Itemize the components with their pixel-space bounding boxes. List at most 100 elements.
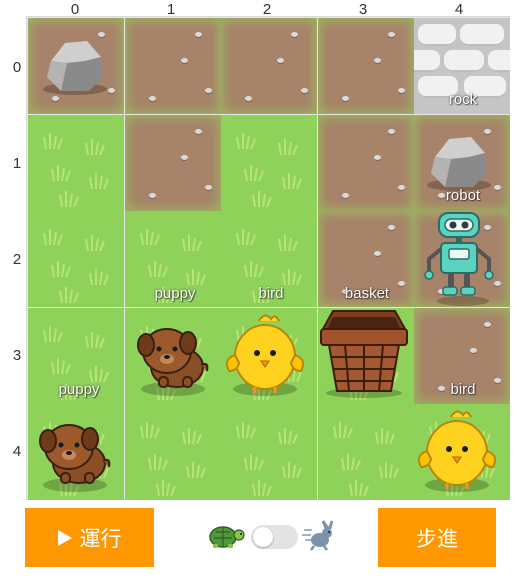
grass-tuft bbox=[277, 233, 299, 256]
pebble bbox=[484, 321, 491, 327]
wall-stone bbox=[488, 50, 510, 72]
pebble bbox=[387, 128, 395, 134]
wall-stone bbox=[418, 24, 456, 46]
game-board: rock robot puppy bird basket puppy bird bbox=[26, 16, 510, 500]
run-button[interactable]: 運行 bbox=[25, 508, 154, 567]
grass-tuft bbox=[139, 420, 161, 443]
pebble bbox=[373, 154, 381, 160]
pebble bbox=[373, 251, 381, 256]
label-rock: rock bbox=[448, 91, 478, 108]
grass-tuft bbox=[340, 452, 362, 475]
grass-tuft bbox=[50, 163, 72, 186]
bird-icon bbox=[413, 407, 497, 500]
grass-tuft bbox=[235, 131, 257, 154]
label-basket: basket bbox=[344, 285, 390, 302]
grass-tuft bbox=[88, 267, 110, 290]
speed-toggle-knob bbox=[253, 527, 273, 547]
grass-tuft bbox=[50, 259, 72, 282]
pebble bbox=[108, 88, 115, 93]
turtle-icon bbox=[206, 520, 246, 555]
cell-grass bbox=[28, 114, 124, 211]
label-bird: bird bbox=[450, 381, 476, 398]
grass-tuft bbox=[243, 452, 265, 475]
pebble bbox=[148, 96, 156, 101]
pebble bbox=[341, 192, 349, 198]
label-puppy: puppy bbox=[154, 285, 196, 302]
wall-stone bbox=[444, 50, 484, 72]
grass-tuft bbox=[139, 227, 161, 250]
pebble bbox=[291, 32, 298, 37]
grass-tuft bbox=[50, 356, 72, 379]
pebble bbox=[180, 58, 188, 63]
cell-grass bbox=[221, 114, 317, 211]
puppy-icon bbox=[133, 321, 213, 402]
rabbit-icon bbox=[302, 520, 336, 557]
cell-grass bbox=[221, 404, 317, 500]
grass-tuft bbox=[181, 233, 203, 256]
speed-toggle[interactable] bbox=[251, 525, 298, 549]
grass-tuft bbox=[181, 426, 203, 449]
step-button-label: 步進 bbox=[416, 526, 458, 551]
grass-tuft bbox=[374, 426, 396, 449]
cell-grass bbox=[124, 404, 221, 500]
pebble bbox=[194, 32, 202, 37]
play-icon bbox=[57, 529, 72, 546]
pebble bbox=[341, 96, 349, 101]
grass-tuft bbox=[251, 478, 273, 500]
wall-stone bbox=[414, 50, 440, 72]
grass-tuft bbox=[185, 460, 207, 483]
pebble bbox=[397, 88, 405, 93]
grass-tuft bbox=[84, 137, 106, 160]
label-bird: bird bbox=[258, 285, 284, 302]
grass-tuft bbox=[235, 420, 257, 443]
cell-dirt bbox=[317, 18, 414, 114]
pebble bbox=[470, 347, 477, 353]
cell-dirt bbox=[124, 114, 221, 211]
grass-tuft bbox=[281, 171, 303, 194]
rock-icon bbox=[39, 35, 109, 102]
grass-tuft bbox=[281, 460, 303, 483]
wall-stone bbox=[460, 24, 504, 46]
grass-tuft bbox=[348, 478, 370, 500]
grass-tuft bbox=[88, 171, 110, 194]
cell-grass bbox=[28, 211, 124, 307]
grass-tuft bbox=[277, 137, 299, 160]
grass-tuft bbox=[58, 189, 80, 211]
grass-tuft bbox=[378, 460, 400, 483]
step-button[interactable]: 步進 bbox=[378, 508, 496, 567]
bird-icon bbox=[221, 311, 305, 404]
pebble bbox=[245, 96, 252, 101]
grass-tuft bbox=[42, 227, 64, 250]
pebble bbox=[397, 184, 405, 190]
pebble bbox=[194, 128, 202, 134]
pebble bbox=[204, 88, 212, 93]
pebble bbox=[148, 192, 156, 198]
basket-icon bbox=[317, 307, 411, 404]
pebble bbox=[373, 58, 381, 63]
label-puppy: puppy bbox=[58, 381, 100, 398]
grass-tuft bbox=[84, 233, 106, 256]
grass-tuft bbox=[42, 324, 64, 347]
pebble bbox=[277, 58, 284, 63]
pebble bbox=[387, 32, 395, 37]
cell-grass bbox=[317, 404, 414, 500]
grass-tuft bbox=[155, 478, 177, 500]
grass-tuft bbox=[332, 420, 354, 443]
grass-tuft bbox=[235, 227, 257, 250]
grass-tuft bbox=[147, 259, 169, 282]
grass-tuft bbox=[251, 189, 273, 211]
cell-dirt bbox=[221, 18, 317, 114]
run-button-label: 運行 bbox=[79, 526, 122, 551]
grass-tuft bbox=[58, 285, 80, 307]
pebble bbox=[180, 154, 188, 160]
label-robot: robot bbox=[445, 187, 481, 204]
pebble bbox=[387, 225, 395, 230]
grass-tuft bbox=[277, 426, 299, 449]
puppy-icon bbox=[35, 417, 115, 498]
grass-tuft bbox=[84, 330, 106, 353]
pebble bbox=[301, 88, 308, 93]
pebble bbox=[204, 184, 212, 190]
grass-tuft bbox=[42, 131, 64, 154]
robot-icon bbox=[419, 211, 507, 312]
cell-dirt bbox=[317, 114, 414, 211]
